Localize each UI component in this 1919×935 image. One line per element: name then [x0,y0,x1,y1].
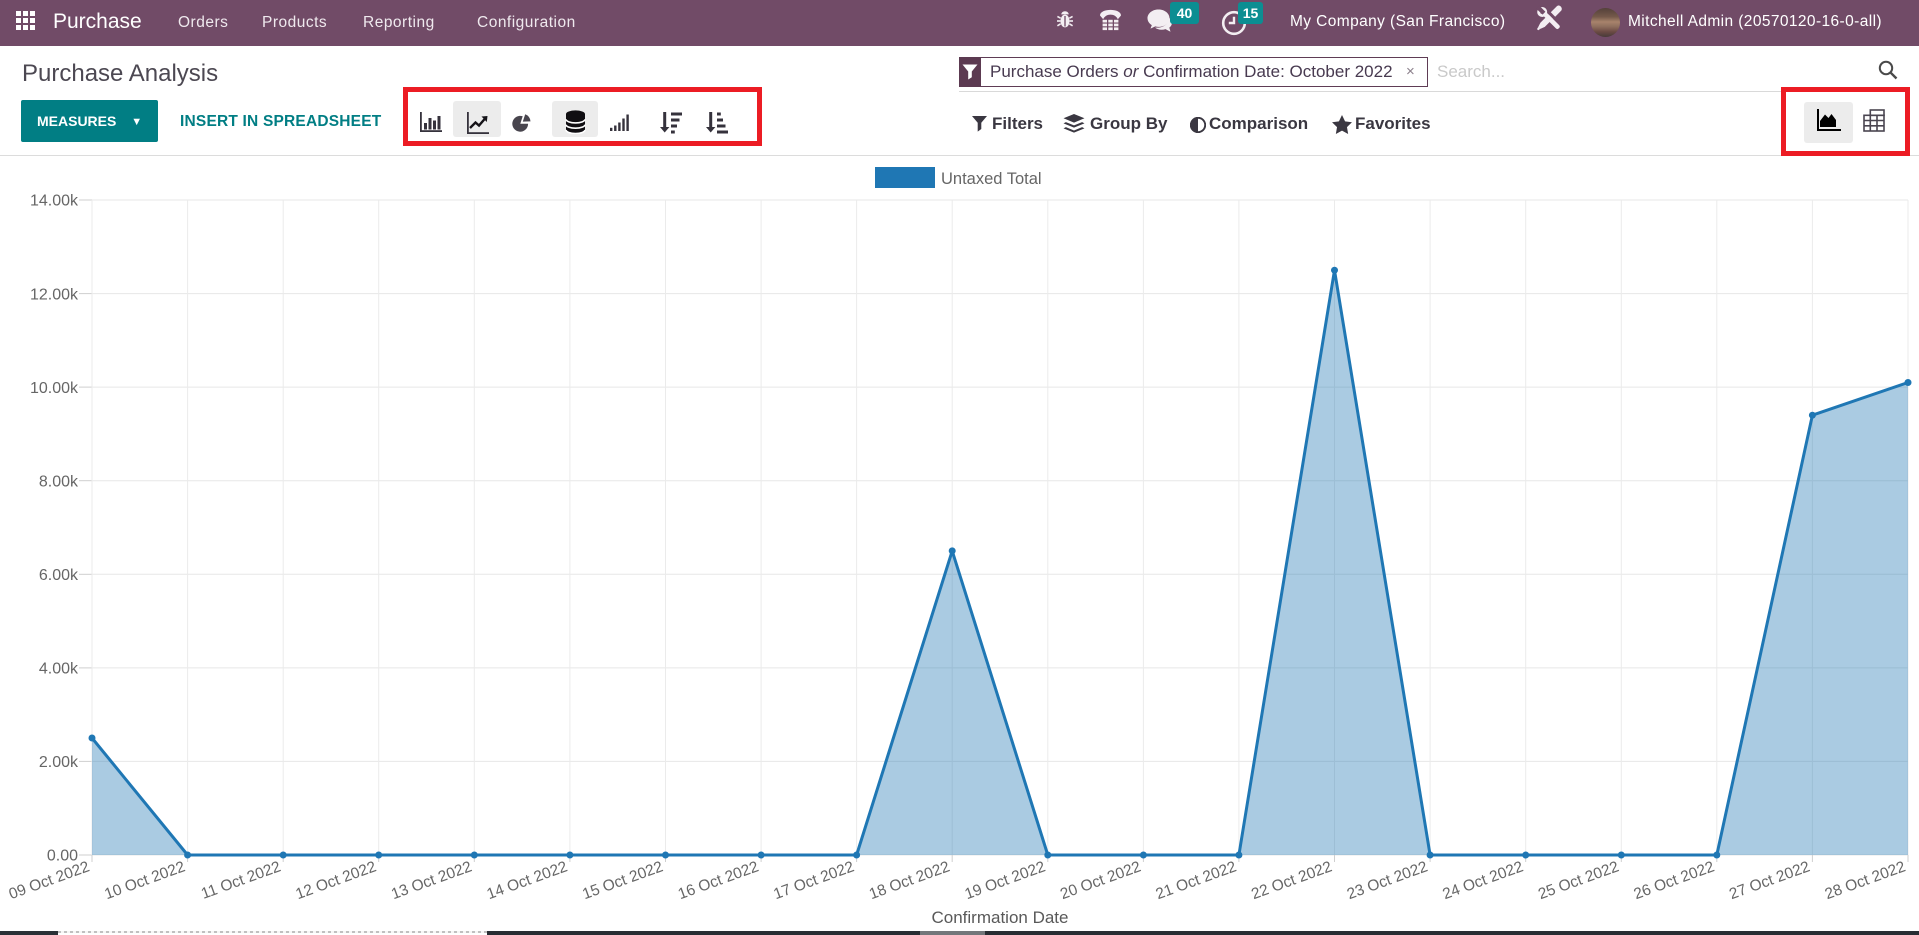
svg-text:6.00k: 6.00k [39,567,79,584]
svg-text:09 Oct 2022: 09 Oct 2022 [7,858,92,903]
svg-text:19 Oct 2022: 19 Oct 2022 [962,858,1047,903]
svg-text:13 Oct 2022: 13 Oct 2022 [389,858,474,903]
svg-text:11 Oct 2022: 11 Oct 2022 [199,858,283,902]
svg-text:23 Oct 2022: 23 Oct 2022 [1345,858,1430,903]
svg-text:10.00k: 10.00k [30,380,79,397]
svg-text:20 Oct 2022: 20 Oct 2022 [1058,858,1143,903]
svg-text:10 Oct 2022: 10 Oct 2022 [102,858,187,903]
svg-text:Confirmation Date: Confirmation Date [931,908,1068,927]
svg-text:22 Oct 2022: 22 Oct 2022 [1249,858,1334,903]
svg-text:25 Oct 2022: 25 Oct 2022 [1536,858,1621,903]
svg-text:15 Oct 2022: 15 Oct 2022 [580,858,665,903]
svg-text:8.00k: 8.00k [39,473,79,490]
svg-text:12.00k: 12.00k [30,286,79,303]
svg-text:Untaxed Total: Untaxed Total [941,170,1042,188]
svg-text:4.00k: 4.00k [39,661,79,678]
svg-text:14 Oct 2022: 14 Oct 2022 [485,858,570,903]
svg-text:12 Oct 2022: 12 Oct 2022 [293,858,378,903]
svg-text:14.00k: 14.00k [30,193,79,210]
svg-text:27 Oct 2022: 27 Oct 2022 [1727,858,1812,903]
svg-text:21 Oct 2022: 21 Oct 2022 [1154,858,1239,903]
svg-text:16 Oct 2022: 16 Oct 2022 [676,858,761,903]
svg-text:26 Oct 2022: 26 Oct 2022 [1631,858,1716,903]
svg-text:17 Oct 2022: 17 Oct 2022 [771,858,856,903]
svg-text:18 Oct 2022: 18 Oct 2022 [867,858,952,903]
svg-text:2.00k: 2.00k [39,754,79,771]
svg-text:28 Oct 2022: 28 Oct 2022 [1823,858,1908,903]
svg-text:24 Oct 2022: 24 Oct 2022 [1440,858,1525,903]
